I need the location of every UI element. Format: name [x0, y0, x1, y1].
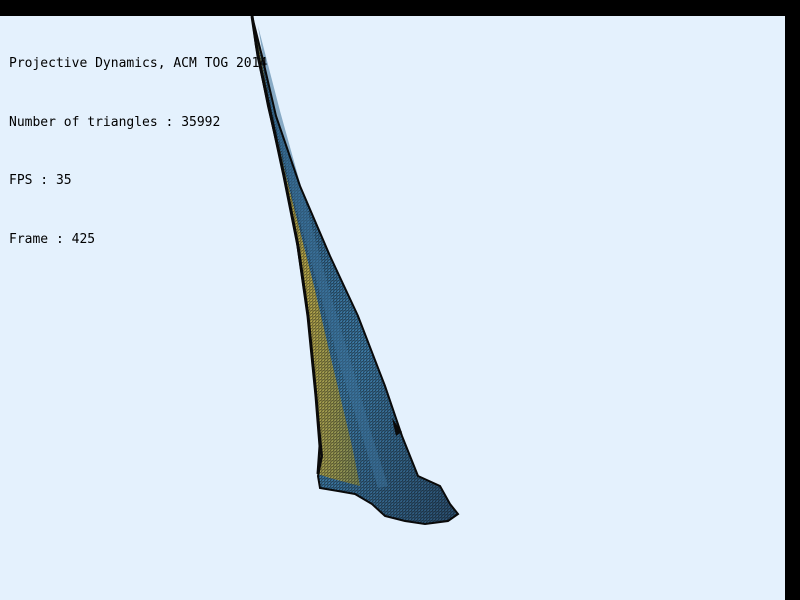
fps-label: FPS : — [9, 173, 56, 188]
cloth-back-mesh — [252, 16, 458, 524]
fps-line: FPS : 35 — [9, 171, 267, 191]
app-title: Projective Dynamics, ACM TOG 2014 — [9, 56, 268, 71]
frame-value: 425 — [71, 231, 96, 247]
hud-overlay: Projective Dynamics, ACM TOG 2014 Number… — [9, 15, 267, 288]
frame-line: Frame : 425 — [9, 230, 267, 250]
triangle-count-label: Number of triangles : — [9, 114, 182, 130]
frame-label: Frame : — [9, 231, 72, 247]
triangle-count-line: Number of triangles : 35992 — [9, 113, 267, 133]
fps-value: 35 — [55, 173, 72, 188]
render-window[interactable]: Projective Dynamics, ACM TOG 2014 Number… — [0, 0, 800, 600]
triangle-count-value: 35992 — [181, 114, 221, 130]
